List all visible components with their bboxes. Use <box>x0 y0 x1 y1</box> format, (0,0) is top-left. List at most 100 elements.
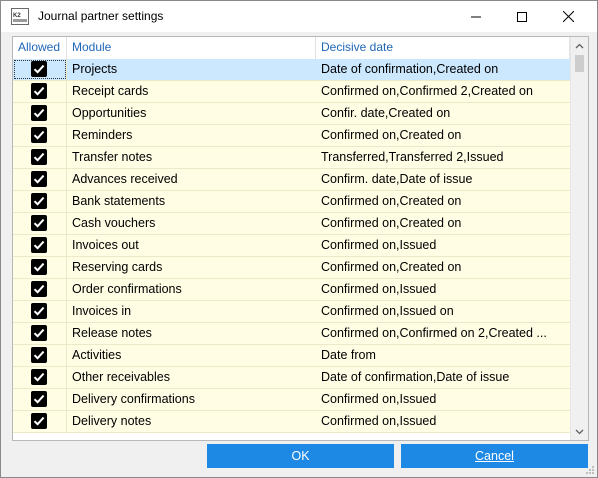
decisive-date-cell: Confirmed on,Issued on <box>321 304 454 318</box>
chevron-up-icon <box>575 43 584 48</box>
table-row[interactable]: Projects Date of confirmation,Created on <box>13 59 570 81</box>
table-row[interactable]: Order confirmations Confirmed on,Issued <box>13 279 570 301</box>
module-cell: Reserving cards <box>72 260 163 274</box>
table-row[interactable]: Delivery confirmations Confirmed on,Issue… <box>13 389 570 411</box>
table-row[interactable]: Invoices out Confirmed on,Issued <box>13 235 570 257</box>
decisive-date-cell: Confir. date,Created on <box>321 106 451 120</box>
allowed-checkbox[interactable] <box>31 281 47 297</box>
table-row[interactable]: Other receivables Date of confirmation,Da… <box>13 367 570 389</box>
vertical-scrollbar[interactable] <box>570 37 588 440</box>
allowed-cell <box>13 103 67 124</box>
checkmark-icon <box>33 306 45 316</box>
allowed-checkbox[interactable] <box>31 237 47 253</box>
module-cell: Cash vouchers <box>72 216 156 230</box>
module-cell: Order confirmations <box>72 282 182 296</box>
decisive-date-cell: Confirmed on,Confirmed 2,Created on <box>321 84 533 98</box>
table-row[interactable]: Release notes Confirmed on,Confirmed on 2… <box>13 323 570 345</box>
allowed-checkbox[interactable] <box>31 259 47 275</box>
allowed-checkbox[interactable] <box>31 127 47 143</box>
allowed-cell <box>13 323 67 344</box>
decisive-date-cell: Confirmed on,Created on <box>321 194 462 208</box>
cancel-button[interactable]: Cancel <box>401 444 588 468</box>
grid-header: Allowed Module Decisive date <box>13 37 570 60</box>
allowed-checkbox[interactable] <box>31 83 47 99</box>
module-cell: Other receivables <box>72 370 170 384</box>
allowed-checkbox[interactable] <box>31 215 47 231</box>
checkmark-icon <box>33 262 45 272</box>
table-row[interactable]: Opportunities Confir. date,Created on <box>13 103 570 125</box>
allowed-checkbox[interactable] <box>31 391 47 407</box>
column-header-decisive-date[interactable]: Decisive date <box>316 37 570 59</box>
allowed-checkbox[interactable] <box>31 303 47 319</box>
allowed-checkbox[interactable] <box>31 61 47 77</box>
decisive-date-cell: Date of confirmation,Created on <box>321 62 499 76</box>
table-row[interactable]: Receipt cards Confirmed on,Confirmed 2,Cr… <box>13 81 570 103</box>
module-cell: Delivery confirmations <box>72 392 195 406</box>
allowed-cell <box>13 257 67 278</box>
table-row[interactable]: Bank statements Confirmed on,Created on <box>13 191 570 213</box>
decisive-date-cell: Confirmed on,Issued <box>321 282 437 296</box>
checkmark-icon <box>33 328 45 338</box>
table-row[interactable]: Cash vouchers Confirmed on,Created on <box>13 213 570 235</box>
allowed-checkbox[interactable] <box>31 413 47 429</box>
column-header-module[interactable]: Module <box>67 37 316 59</box>
dialog-window: K2 Journal partner settings Allowed Modu… <box>0 0 598 478</box>
settings-grid[interactable]: Allowed Module Decisive date Projects Dat… <box>12 36 589 441</box>
table-row[interactable]: Delivery notes Confirmed on,Issued <box>13 411 570 433</box>
module-cell: Invoices in <box>72 304 132 318</box>
minimize-icon <box>471 16 481 17</box>
decisive-date-cell: Confirmed on,Issued <box>321 238 437 252</box>
checkmark-icon <box>33 152 45 162</box>
resize-grip-icon[interactable] <box>585 465 595 475</box>
scroll-thumb[interactable] <box>575 55 584 72</box>
chevron-down-icon <box>575 429 584 434</box>
module-cell: Opportunities <box>72 106 147 120</box>
table-row[interactable]: Reserving cards Confirmed on,Created on <box>13 257 570 279</box>
table-row[interactable]: Transfer notes Transferred,Transferred 2,… <box>13 147 570 169</box>
scroll-down-button[interactable] <box>571 423 588 440</box>
checkmark-icon <box>33 174 45 184</box>
allowed-cell <box>13 169 67 190</box>
module-cell: Invoices out <box>72 238 139 252</box>
module-cell: Release notes <box>72 326 152 340</box>
allowed-checkbox[interactable] <box>31 369 47 385</box>
decisive-date-cell: Confirmed on,Created on <box>321 128 462 142</box>
allowed-checkbox[interactable] <box>31 105 47 121</box>
checkmark-icon <box>33 196 45 206</box>
checkmark-icon <box>33 350 45 360</box>
allowed-checkbox[interactable] <box>31 149 47 165</box>
allowed-checkbox[interactable] <box>31 171 47 187</box>
checkmark-icon <box>33 86 45 96</box>
close-button[interactable] <box>545 1 591 32</box>
allowed-cell <box>13 213 67 234</box>
allowed-checkbox[interactable] <box>31 347 47 363</box>
checkmark-icon <box>33 372 45 382</box>
module-cell: Advances received <box>72 172 178 186</box>
checkmark-icon <box>33 130 45 140</box>
allowed-checkbox[interactable] <box>31 193 47 209</box>
module-cell: Reminders <box>72 128 133 142</box>
window-title: Journal partner settings <box>38 9 164 23</box>
maximize-button[interactable] <box>499 1 545 32</box>
decisive-date-cell: Confirm. date,Date of issue <box>321 172 473 186</box>
column-header-allowed[interactable]: Allowed <box>13 37 67 59</box>
scroll-up-button[interactable] <box>571 37 588 54</box>
allowed-cell <box>13 191 67 212</box>
table-row[interactable]: Invoices in Confirmed on,Issued on <box>13 301 570 323</box>
checkmark-icon <box>33 416 45 426</box>
ok-button[interactable]: OK <box>207 444 394 468</box>
allowed-cell <box>13 345 67 366</box>
table-row[interactable]: Reminders Confirmed on,Created on <box>13 125 570 147</box>
checkmark-icon <box>33 108 45 118</box>
module-cell: Transfer notes <box>72 150 153 164</box>
checkmark-icon <box>33 394 45 404</box>
decisive-date-cell: Confirmed on,Issued <box>321 414 437 428</box>
decisive-date-cell: Confirmed on,Created on <box>321 260 462 274</box>
checkmark-icon <box>33 64 45 74</box>
table-row[interactable]: Advances received Confirm. date,Date of i… <box>13 169 570 191</box>
allowed-checkbox[interactable] <box>31 325 47 341</box>
app-icon: K2 <box>11 8 29 25</box>
minimize-button[interactable] <box>453 1 499 32</box>
table-row[interactable]: Activities Date from <box>13 345 570 367</box>
title-bar[interactable]: K2 Journal partner settings <box>1 1 597 32</box>
